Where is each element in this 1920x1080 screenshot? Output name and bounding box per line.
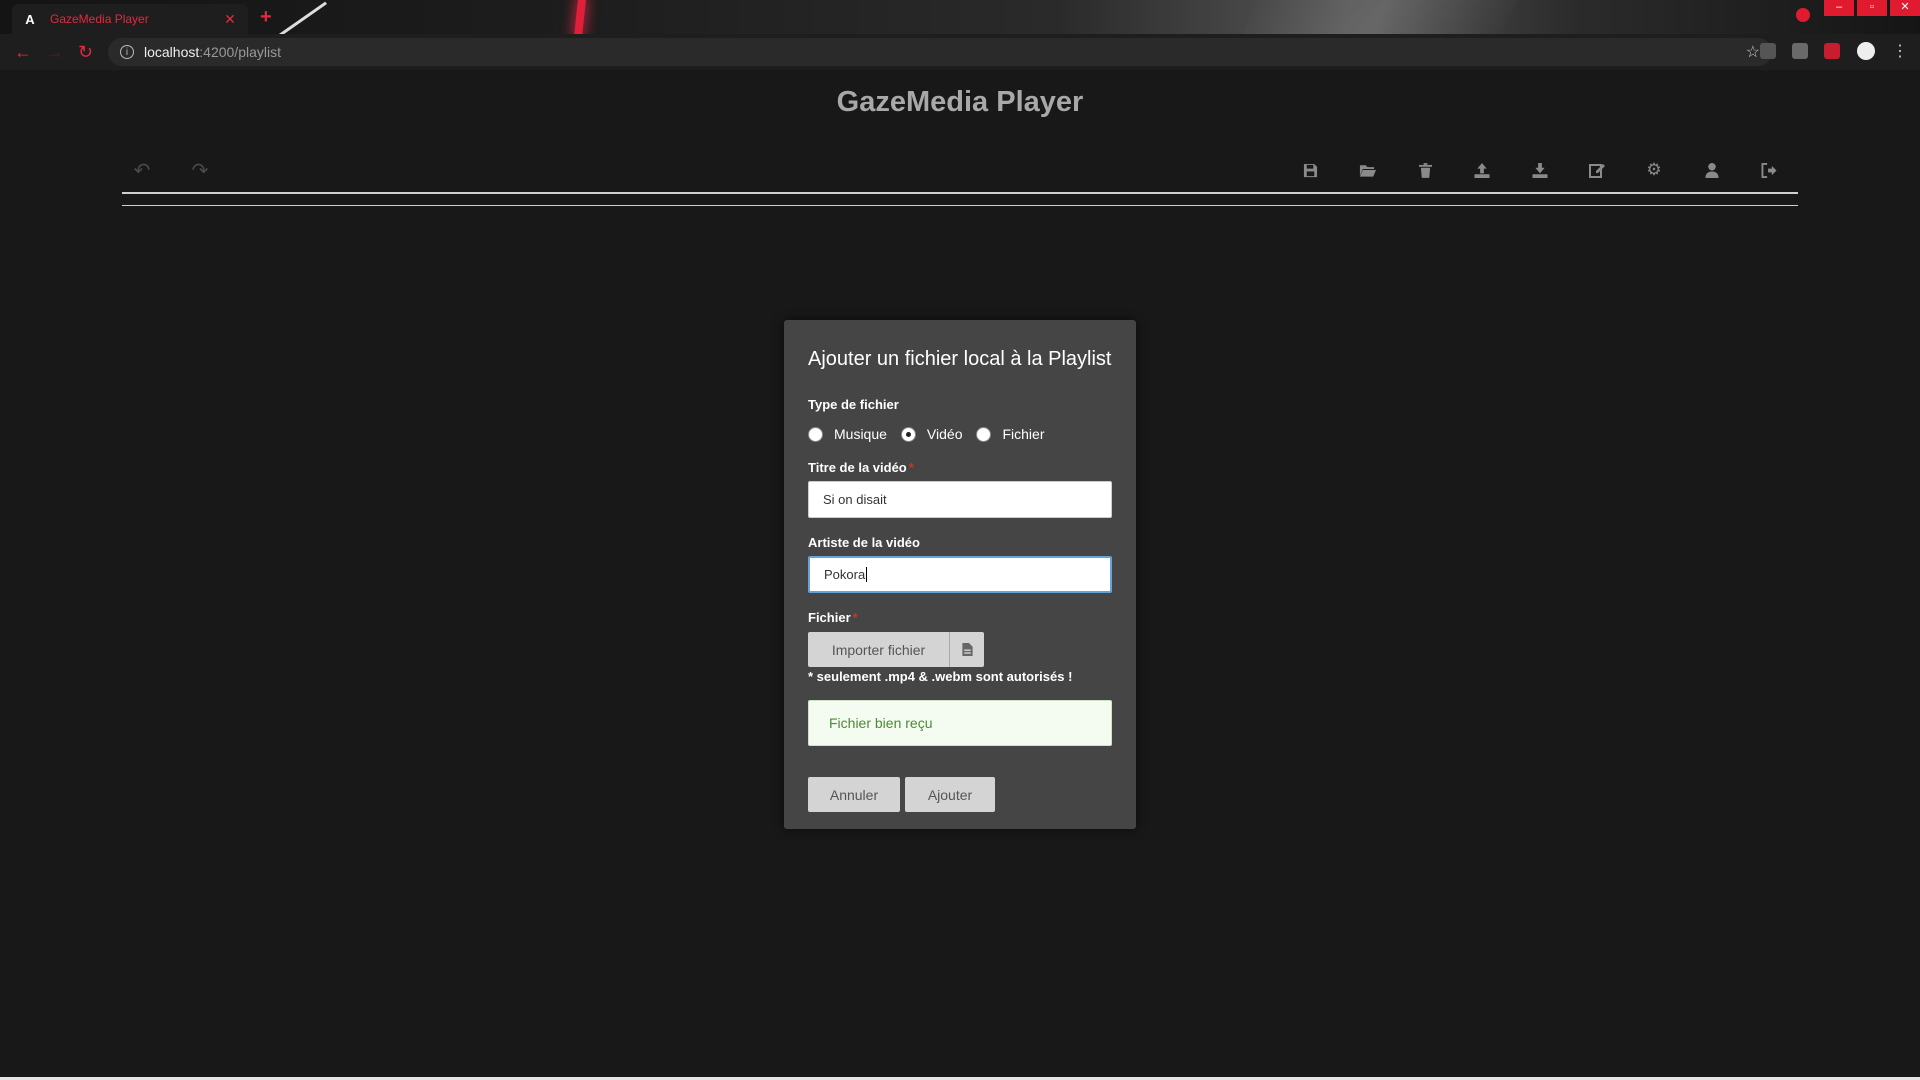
- folder-open-icon[interactable]: [1355, 158, 1379, 182]
- video-artist-label: Artiste de la vidéo: [808, 535, 920, 550]
- user-icon[interactable]: [1700, 158, 1724, 182]
- upload-success-alert: Fichier bien reçu: [808, 700, 1112, 746]
- minimize-button[interactable]: –: [1824, 0, 1854, 16]
- browser-tab[interactable]: A GazeMedia Player ✕: [12, 4, 248, 34]
- info-icon[interactable]: i: [120, 45, 134, 59]
- text-caret: [866, 567, 868, 582]
- reload-icon[interactable]: ↻: [78, 42, 93, 63]
- undo-icon[interactable]: ↶: [130, 158, 154, 182]
- download-icon[interactable]: [1528, 158, 1552, 182]
- wallpaper-decoration: [276, 1, 327, 34]
- import-file-label: Importer fichier: [831, 641, 926, 658]
- trash-icon[interactable]: [1413, 158, 1437, 182]
- angular-favicon-icon: A: [25, 11, 35, 27]
- radio-musique-label: Musique: [834, 426, 887, 442]
- import-file-button[interactable]: Importer fichier: [808, 632, 984, 667]
- file-format-hint: * seulement .mp4 & .webm sont autorisés …: [808, 669, 1073, 684]
- redo-icon[interactable]: ↷: [188, 158, 212, 182]
- wallpaper-decoration: [573, 0, 587, 34]
- radio-fichier-label: Fichier: [1002, 426, 1045, 442]
- required-mark: *: [852, 610, 858, 625]
- add-button[interactable]: Ajouter: [905, 777, 995, 812]
- browser-tab-bar: A GazeMedia Player ✕ + – ▫ ✕: [0, 0, 1920, 34]
- video-title-label: Titre de la vidéo *: [808, 460, 914, 475]
- file-label: Fichier *: [808, 610, 858, 625]
- new-tab-button[interactable]: +: [260, 6, 272, 29]
- maximize-button[interactable]: ▫: [1857, 0, 1887, 16]
- tab-close-icon[interactable]: ✕: [222, 11, 238, 28]
- cancel-button[interactable]: Annuler: [808, 777, 900, 812]
- back-arrow-icon[interactable]: ←: [14, 42, 32, 63]
- app-title: GazeMedia Player: [836, 86, 1084, 118]
- video-title-label-text: Titre de la vidéo: [808, 460, 907, 475]
- file-type-radio-group: Musique Vidéo Fichier: [808, 426, 1059, 442]
- url-host: localhost: [144, 44, 200, 60]
- radio-musique[interactable]: [808, 426, 823, 442]
- edit-icon[interactable]: [1585, 158, 1609, 182]
- toolbar-divider: [122, 192, 1798, 194]
- close-window-button[interactable]: ✕: [1890, 0, 1920, 16]
- tab-title: GazeMedia Player: [50, 12, 149, 26]
- toolbar-divider: [122, 205, 1798, 206]
- video-artist-input[interactable]: Pokora: [808, 556, 1112, 593]
- browser-address-bar: ← → ↻ i localhost:4200/playlist ☆ ⋮: [0, 34, 1920, 70]
- playlist-toolbar: ↶ ↷ ⚙: [122, 158, 1798, 194]
- radio-video[interactable]: [900, 426, 916, 442]
- radio-fichier[interactable]: [976, 426, 992, 442]
- save-icon[interactable]: [1298, 158, 1322, 182]
- puzzle-extension-icon[interactable]: [1824, 43, 1840, 59]
- logout-icon[interactable]: [1757, 158, 1781, 182]
- extension-icon[interactable]: [1792, 43, 1808, 59]
- file-type-label: Type de fichier: [808, 397, 899, 412]
- wallpaper-decoration: [1242, 0, 1518, 34]
- window-controls: – ▫ ✕: [1796, 0, 1920, 22]
- url-field[interactable]: i localhost:4200/playlist ☆: [108, 38, 1772, 66]
- shield-extension-icon[interactable]: [1760, 43, 1776, 59]
- profile-badge-icon[interactable]: [1796, 8, 1810, 22]
- video-title-value: Si on disait: [823, 492, 887, 507]
- add-local-file-dialog: Ajouter un fichier local à la Playlist T…: [784, 320, 1136, 829]
- video-title-input[interactable]: Si on disait: [808, 481, 1112, 518]
- avatar[interactable]: [1857, 42, 1875, 60]
- radio-video-label: Vidéo: [926, 426, 963, 442]
- required-mark: *: [908, 460, 914, 475]
- video-artist-value: Pokora: [824, 567, 866, 582]
- dialog-title: Ajouter un fichier local à la Playlist: [808, 348, 1112, 370]
- file-icon: [949, 632, 984, 667]
- bookmark-star-icon[interactable]: ☆: [1746, 42, 1760, 62]
- url-path: :4200/playlist: [199, 44, 281, 60]
- settings-icon[interactable]: ⚙: [1642, 158, 1666, 182]
- file-label-text: Fichier: [808, 610, 851, 625]
- menu-dots-icon[interactable]: ⋮: [1892, 41, 1908, 61]
- forward-arrow-icon[interactable]: →: [46, 42, 64, 63]
- upload-icon[interactable]: [1470, 158, 1494, 182]
